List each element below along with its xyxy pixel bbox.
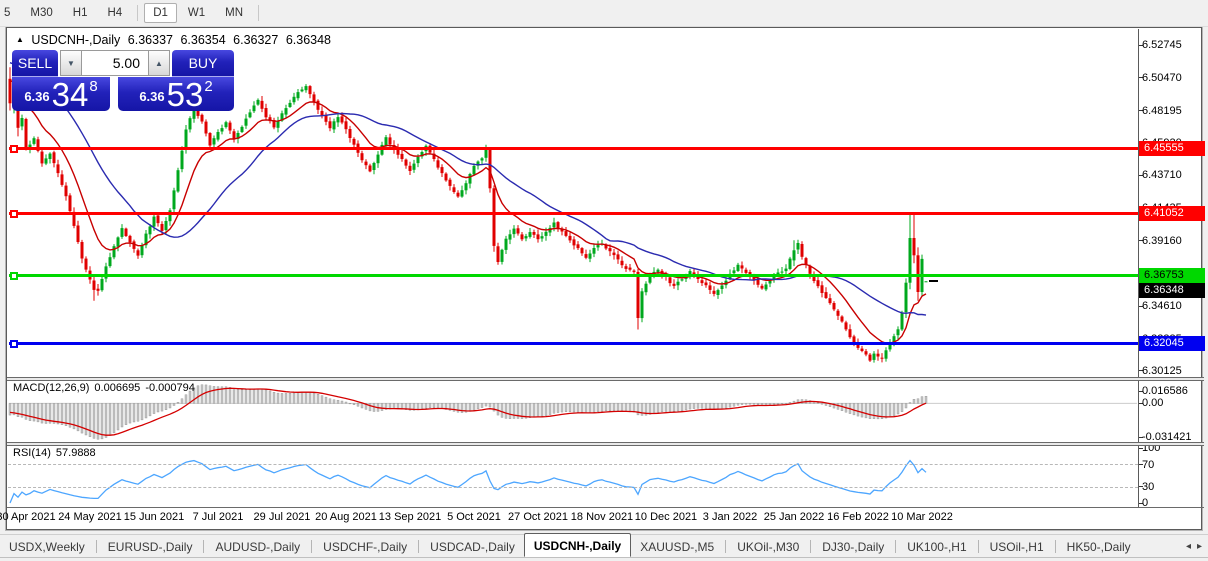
- price-axis-label: 6.52745: [1142, 39, 1182, 51]
- line-handle-icon[interactable]: [10, 271, 18, 280]
- line-handle-icon[interactable]: [10, 209, 18, 218]
- tab-separator: [977, 540, 979, 553]
- status-bar: [0, 557, 1208, 561]
- ohlc-high: 6.36354: [180, 33, 226, 47]
- macd-name: MACD(12,26,9): [13, 382, 90, 394]
- macd-label: MACD(12,26,9) 0.006695 -0.000794: [13, 382, 200, 394]
- buy-price-pips: 53: [166, 75, 204, 113]
- tab-separator: [418, 540, 420, 553]
- price-level-tag: 6.45555: [1139, 141, 1205, 157]
- tab-ukoil-m30[interactable]: UKOil-,M30: [728, 537, 808, 557]
- tab-separator: [95, 540, 97, 553]
- timeframe-mn-button[interactable]: MN: [216, 3, 252, 23]
- macd-axis-label: 0.016586: [1142, 385, 1188, 397]
- price-axis-label: 6.34610: [1142, 300, 1182, 313]
- rsi-level-30-line: [8, 487, 1138, 488]
- rsi-label: RSI(14) 57.9888: [13, 447, 101, 459]
- line-handle-icon[interactable]: [10, 145, 18, 154]
- rsi-name: RSI(14): [13, 447, 51, 459]
- timeframe-d1-button[interactable]: D1: [144, 3, 177, 23]
- date-tick-label: 10 Mar 2022: [891, 511, 953, 523]
- price-axis-label: 6.48195: [1142, 104, 1182, 117]
- macd-axis-label: 0.00: [1142, 397, 1164, 410]
- horizontal-level-line[interactable]: [9, 341, 1138, 345]
- tab-usdchf-daily[interactable]: USDCHF-,Daily: [314, 537, 416, 557]
- symbol-period-label: USDCNH-,Daily: [31, 33, 121, 47]
- date-axis-divider: [7, 507, 1204, 508]
- price-axis-label: 6.30125: [1142, 364, 1182, 377]
- price-axis-label: 6.43710: [1142, 169, 1182, 182]
- macd-signal-value: -0.000794: [145, 382, 195, 394]
- toolbar-separator: [258, 5, 260, 21]
- buy-button-label: BUY: [188, 55, 218, 71]
- price-level-tag: 6.41052: [1139, 205, 1205, 221]
- volume-increase-button[interactable]: ▲: [148, 50, 170, 76]
- horizontal-level-line[interactable]: [9, 273, 1138, 277]
- price-level-tag: 6.32045: [1139, 335, 1205, 351]
- price-axis-label: 6.39160: [1142, 234, 1182, 247]
- buy-price-bigfigure: 6.36: [139, 89, 165, 104]
- tab-usdx-weekly[interactable]: USDX,Weekly: [0, 537, 94, 557]
- timeframe-toolbar: 5 M30 H1 H4 D1 W1 MN: [0, 0, 1208, 27]
- tab-scroll-left-icon[interactable]: ◂: [1186, 541, 1191, 552]
- macd-pane-splitter[interactable]: [7, 377, 1204, 381]
- tab-dj30-daily[interactable]: DJ30-,Daily: [813, 537, 893, 557]
- buy-price-pipette: 2: [204, 78, 213, 95]
- buy-button[interactable]: BUY: [172, 50, 234, 77]
- current-price-tag: 6.36348: [1139, 282, 1205, 298]
- buy-price-display[interactable]: 6.36 53 2: [118, 77, 234, 111]
- rsi-axis-label: 70: [1142, 458, 1155, 471]
- tab-audusd-daily[interactable]: AUDUSD-,Daily: [206, 537, 309, 557]
- sell-price-display[interactable]: 6.36 34 8: [12, 77, 110, 111]
- ohlc-close: 6.36348: [285, 33, 331, 47]
- timeframe-h1-button[interactable]: H1: [64, 3, 97, 23]
- ohlc-low: 6.36327: [233, 33, 279, 47]
- tab-xauusd-m5[interactable]: XAUUSD-,M5: [631, 537, 723, 557]
- macd-main-value: 0.006695: [94, 382, 141, 394]
- tab-scroll-right-icon[interactable]: ▸: [1197, 541, 1202, 552]
- tab-separator: [810, 540, 812, 553]
- rsi-value: 57.9888: [55, 447, 96, 459]
- mt4-terminal: 6.527456.504706.481956.459206.437106.414…: [0, 0, 1208, 561]
- price-axis-divider: [1138, 29, 1139, 507]
- chevron-up-icon: ▲: [155, 58, 163, 68]
- timeframe-h4-button[interactable]: H4: [98, 3, 131, 23]
- sell-price-pipette: 8: [89, 78, 98, 95]
- horizontal-level-line[interactable]: [9, 211, 1138, 215]
- tab-separator: [895, 540, 897, 553]
- ohlc-open: 6.36337: [127, 33, 173, 47]
- timeframe-m5-button[interactable]: 5: [1, 3, 19, 23]
- rsi-axis-label: 30: [1142, 480, 1155, 493]
- tab-separator: [1054, 540, 1056, 553]
- toolbar-separator: [137, 5, 139, 21]
- tab-separator: [203, 540, 205, 553]
- timeframe-m30-button[interactable]: M30: [21, 3, 61, 23]
- tab-usdcad-daily[interactable]: USDCAD-,Daily: [421, 537, 524, 557]
- tab-usoil-h1[interactable]: USOil-,H1: [981, 537, 1053, 557]
- tab-separator: [725, 540, 727, 553]
- collapse-triangle-icon[interactable]: ▲: [16, 35, 24, 44]
- price-level-tag: 6.36753: [1139, 267, 1205, 283]
- tab-hk50-daily[interactable]: HK50-,Daily: [1058, 537, 1140, 557]
- tab-uk100-h1[interactable]: UK100-,H1: [898, 537, 975, 557]
- chart-tab-bar: USDX,Weekly EURUSD-,Daily AUDUSD-,Daily …: [0, 533, 1208, 558]
- volume-decrease-button[interactable]: ▼: [60, 50, 82, 76]
- price-axis-label: 6.50470: [1142, 71, 1182, 84]
- chart-title: ▲ USDCNH-,Daily 6.36337 6.36354 6.36327 …: [16, 33, 335, 47]
- tab-separator: [311, 540, 313, 553]
- rsi-pane-splitter[interactable]: [7, 442, 1204, 446]
- sell-button[interactable]: SELL: [12, 50, 58, 77]
- sell-price-pips: 34: [51, 75, 89, 113]
- volume-input[interactable]: 5.00: [81, 50, 149, 76]
- horizontal-level-line[interactable]: [9, 147, 1138, 151]
- tab-usdcnh-daily[interactable]: USDCNH-,Daily: [523, 533, 632, 557]
- sell-price-bigfigure: 6.36: [24, 89, 50, 104]
- sell-button-label: SELL: [17, 55, 53, 71]
- current-price-dash: [929, 280, 938, 283]
- line-handle-icon[interactable]: [10, 339, 18, 348]
- chevron-down-icon: ▼: [67, 58, 75, 68]
- tab-eurusd-daily[interactable]: EURUSD-,Daily: [99, 537, 202, 557]
- rsi-level-70-line: [8, 464, 1138, 465]
- timeframe-w1-button[interactable]: W1: [179, 3, 214, 23]
